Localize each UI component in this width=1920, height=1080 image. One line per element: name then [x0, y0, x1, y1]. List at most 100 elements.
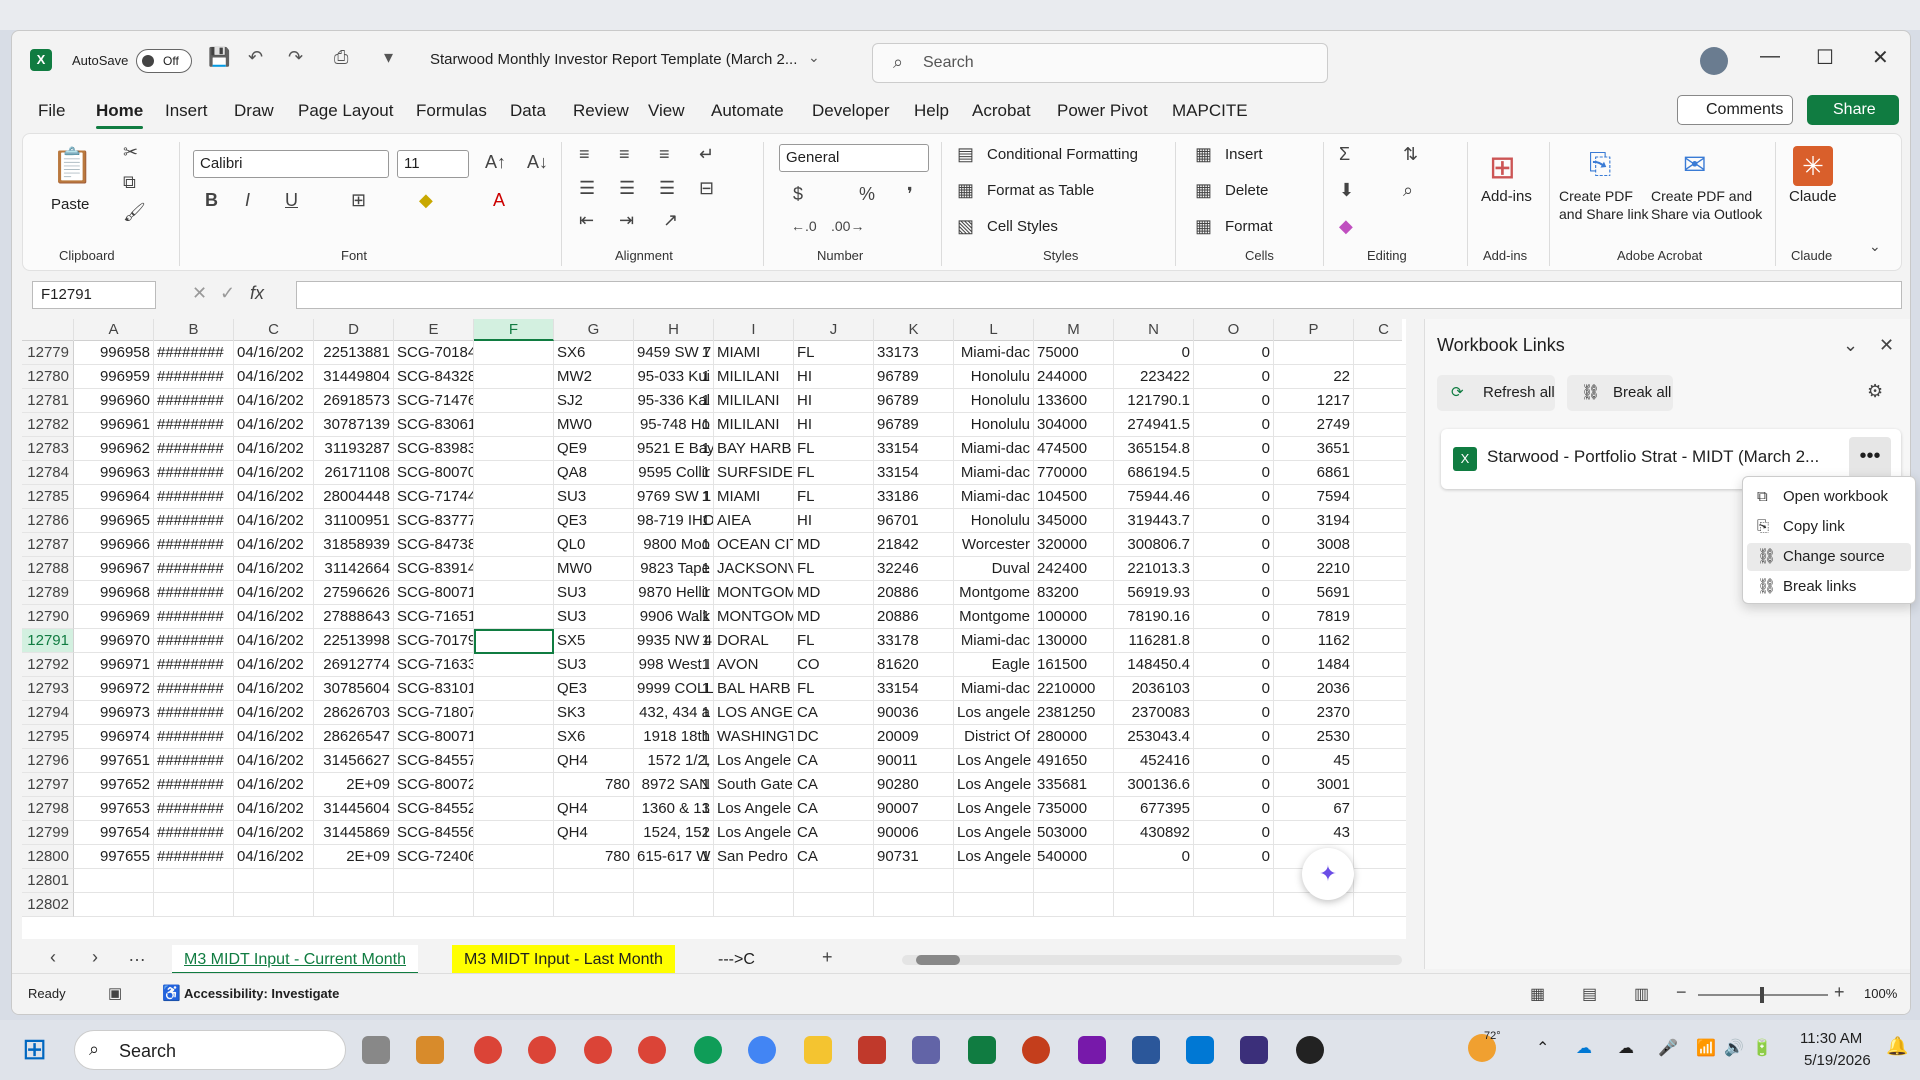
table-cell[interactable] — [474, 821, 554, 845]
table-cell[interactable]: 30787139 — [314, 413, 394, 437]
table-cell[interactable]: 04/16/202 — [234, 821, 314, 845]
table-cell[interactable]: 686194.5 — [1114, 461, 1194, 485]
battery-icon[interactable]: 🔋 — [1752, 1038, 1772, 1058]
table-cell[interactable]: 1 — [634, 557, 714, 581]
formula-input[interactable] — [296, 281, 1902, 309]
table-cell[interactable] — [474, 341, 554, 365]
table-cell[interactable]: Honolulu — [954, 509, 1034, 533]
table-cell[interactable]: 300806.7 — [1114, 533, 1194, 557]
table-cell[interactable]: 1 — [634, 341, 714, 365]
table-cell[interactable]: 04/16/202 — [234, 797, 314, 821]
table-cell[interactable]: SCG-800718045 — [394, 725, 474, 749]
table-cell[interactable]: 244000 — [1034, 365, 1114, 389]
table-cell[interactable] — [474, 653, 554, 677]
table-cell[interactable]: 996969 — [74, 605, 154, 629]
table-cell[interactable]: 90011 — [874, 749, 954, 773]
table-cell[interactable]: MONTGOM — [714, 581, 794, 605]
vpn-icon[interactable]: ☁ — [1618, 1038, 1634, 1058]
undo-icon[interactable]: ↶ — [248, 47, 263, 68]
table-cell[interactable]: LOS ANGE — [714, 701, 794, 725]
chrome-icon[interactable] — [638, 1036, 666, 1064]
menu-mapcite[interactable]: MAPCITE — [1172, 101, 1248, 121]
table-cell[interactable]: 996965 — [74, 509, 154, 533]
table-cell[interactable]: 0 — [1194, 533, 1274, 557]
accessibility-status[interactable]: Accessibility: Investigate — [184, 986, 339, 1001]
table-cell[interactable] — [1354, 677, 1414, 701]
volume-icon[interactable]: 🔊 — [1724, 1038, 1744, 1058]
table-cell[interactable]: QA8 — [554, 461, 634, 485]
table-cell[interactable]: 33154 — [874, 437, 954, 461]
create-pdf-outlook-line1[interactable]: Create PDF and — [1651, 188, 1752, 204]
share-button[interactable]: Share — [1807, 95, 1899, 125]
column-header-a[interactable]: A — [74, 319, 154, 341]
table-cell[interactable] — [1194, 869, 1274, 893]
table-cell[interactable]: ######## — [154, 485, 234, 509]
currency-icon[interactable]: $ — [793, 184, 803, 205]
add-ins-button[interactable]: Add-ins — [1481, 188, 1532, 205]
table-cell[interactable]: 31445869 — [314, 821, 394, 845]
row-header[interactable]: 12787 — [22, 533, 74, 557]
create-pdf-outlook-line2[interactable]: Share via Outlook — [1651, 206, 1762, 222]
zoom-out-icon[interactable]: − — [1676, 982, 1687, 1003]
table-cell[interactable] — [474, 485, 554, 509]
table-cell[interactable] — [394, 893, 474, 917]
table-cell[interactable]: 996968 — [74, 581, 154, 605]
table-cell[interactable]: MILILANI — [714, 365, 794, 389]
table-cell[interactable]: 1 — [634, 821, 714, 845]
table-cell[interactable]: Los Angele — [954, 797, 1034, 821]
table-cell[interactable]: 503000 — [1034, 821, 1114, 845]
table-cell[interactable] — [874, 893, 954, 917]
table-cell[interactable] — [474, 461, 554, 485]
table-cell[interactable]: ######## — [154, 581, 234, 605]
row-header[interactable]: 12784 — [22, 461, 74, 485]
zoom-slider[interactable] — [1698, 987, 1828, 1003]
table-cell[interactable]: SCG-839149 — [394, 557, 474, 581]
table-cell[interactable]: 2530 — [1274, 725, 1354, 749]
table-cell[interactable] — [474, 773, 554, 797]
table-cell[interactable] — [1354, 389, 1414, 413]
table-cell[interactable] — [154, 893, 234, 917]
autosave-toggle[interactable]: Off — [136, 49, 192, 73]
break-links-item[interactable]: ⛓ Break links — [1747, 573, 1911, 601]
table-cell[interactable]: 148450.4 — [1114, 653, 1194, 677]
row-header[interactable]: 12788 — [22, 557, 74, 581]
column-header-h[interactable]: H — [634, 319, 714, 341]
table-cell[interactable]: 04/16/202 — [234, 437, 314, 461]
row-header[interactable]: 12786 — [22, 509, 74, 533]
table-cell[interactable]: 27596626 — [314, 581, 394, 605]
table-cell[interactable]: ######## — [154, 341, 234, 365]
table-cell[interactable]: MW0 — [554, 413, 634, 437]
table-cell[interactable]: MD — [794, 605, 874, 629]
table-cell[interactable] — [1354, 533, 1414, 557]
table-cell[interactable]: 96789 — [874, 413, 954, 437]
table-cell[interactable]: 31449804 — [314, 365, 394, 389]
table-cell[interactable]: 45 — [1274, 749, 1354, 773]
table-cell[interactable]: 452416 — [1114, 749, 1194, 773]
table-cell[interactable] — [74, 869, 154, 893]
copilot-app-icon[interactable] — [416, 1036, 444, 1064]
table-cell[interactable]: MW0 — [554, 557, 634, 581]
chrome-icon[interactable] — [748, 1036, 776, 1064]
table-cell[interactable]: 2210 — [1274, 557, 1354, 581]
table-cell[interactable]: 0 — [1194, 653, 1274, 677]
table-cell[interactable] — [1354, 893, 1414, 917]
menu-help[interactable]: Help — [914, 101, 949, 121]
table-cell[interactable]: 1 — [634, 749, 714, 773]
table-cell[interactable]: WASHINGT — [714, 725, 794, 749]
column-header-j[interactable]: J — [794, 319, 874, 341]
table-cell[interactable] — [1354, 605, 1414, 629]
table-cell[interactable]: 0 — [1194, 557, 1274, 581]
table-cell[interactable] — [474, 845, 554, 869]
table-cell[interactable] — [634, 869, 714, 893]
orientation-icon[interactable]: ↗ — [663, 210, 678, 231]
table-cell[interactable]: MIAMI — [714, 341, 794, 365]
table-cell[interactable] — [154, 869, 234, 893]
table-cell[interactable]: Honolulu — [954, 389, 1034, 413]
create-pdf-share-line2[interactable]: and Share link — [1559, 206, 1649, 222]
table-cell[interactable]: CA — [794, 821, 874, 845]
table-cell[interactable]: 28626547 — [314, 725, 394, 749]
table-cell[interactable]: ######## — [154, 629, 234, 653]
table-cell[interactable]: 997651 — [74, 749, 154, 773]
table-cell[interactable]: SCG-843286 — [394, 365, 474, 389]
sheet-tab-current-month[interactable]: M3 MIDT Input - Current Month — [172, 945, 418, 975]
